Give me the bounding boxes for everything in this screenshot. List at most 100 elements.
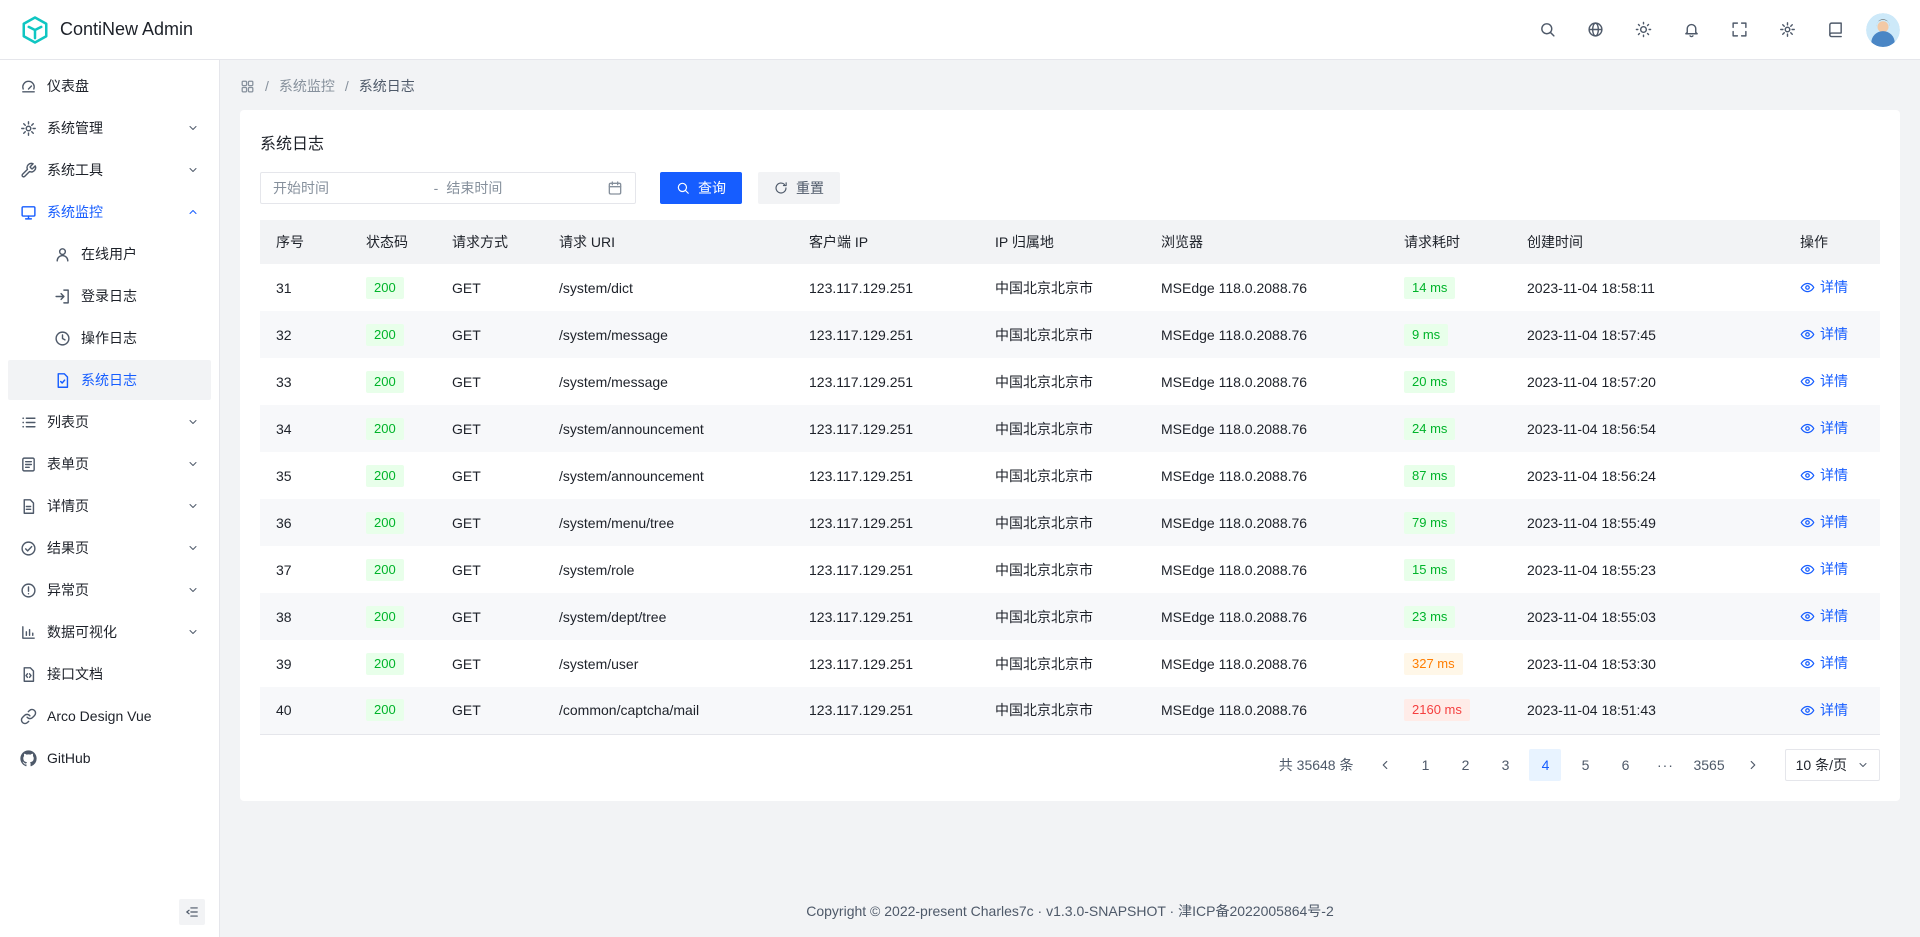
date-range-picker[interactable]: 开始时间 - 结束时间 (260, 172, 636, 204)
search-button[interactable] (1530, 13, 1564, 47)
cell-browser: MSEdge 118.0.2088.76 (1145, 687, 1388, 734)
column-header: IP 归属地 (979, 220, 1145, 264)
detail-link[interactable]: 详情 (1800, 418, 1848, 438)
sidebar-item-dashboard[interactable]: 仪表盘 (8, 66, 211, 106)
detail-link[interactable]: 详情 (1800, 465, 1848, 485)
check-circle-icon (20, 540, 37, 557)
cell-id: 40 (260, 687, 350, 734)
sidebar-collapse-button[interactable] (179, 899, 205, 925)
menu-item-label: 列表页 (47, 412, 89, 432)
table-header-row: 序号 状态码 请求方式 请求 URI 客户端 IP IP 归属地 浏览器 (260, 220, 1880, 264)
prev-page-button[interactable] (1369, 749, 1401, 781)
menu-item-label: 系统管理 (47, 118, 103, 138)
link-icon (20, 708, 37, 725)
docs-button[interactable] (1818, 13, 1852, 47)
app-logo[interactable]: ContiNew Admin (20, 15, 193, 45)
next-page-button[interactable] (1737, 749, 1769, 781)
sidebar-item-system-monitor[interactable]: 系统监控 (8, 192, 211, 232)
page-number-button[interactable]: 6 (1609, 749, 1641, 781)
detail-link-label: 详情 (1820, 653, 1848, 673)
sidebar-item-login-log[interactable]: 登录日志 (8, 276, 211, 316)
cell-uri: /system/message (543, 358, 793, 405)
cell-actions: 详情 (1784, 640, 1880, 687)
table-row: 35 200 GET /system/announcement 123.117.… (260, 452, 1880, 499)
menu-item-label: 异常页 (47, 580, 89, 600)
cell-client-ip: 123.117.129.251 (793, 499, 979, 546)
notification-button[interactable] (1674, 13, 1708, 47)
sidebar-item-online-users[interactable]: 在线用户 (8, 234, 211, 274)
sidebar-item-exception-page[interactable]: 异常页 (8, 570, 211, 610)
table-row: 37 200 GET /system/role 123.117.129.251 … (260, 546, 1880, 593)
page-number-button[interactable]: 2 (1449, 749, 1481, 781)
detail-link[interactable]: 详情 (1800, 324, 1848, 344)
detail-link[interactable]: 详情 (1800, 371, 1848, 391)
sidebar-item-operation-log[interactable]: 操作日志 (8, 318, 211, 358)
theme-toggle-button[interactable] (1626, 13, 1660, 47)
eye-icon (1800, 656, 1815, 671)
sidebar-item-detail-page[interactable]: 详情页 (8, 486, 211, 526)
detail-link[interactable]: 详情 (1800, 277, 1848, 297)
sidebar-item-api-docs[interactable]: 接口文档 (8, 654, 211, 694)
chevron-icon (187, 626, 199, 638)
search-submit-button[interactable]: 查询 (660, 172, 742, 204)
fullscreen-button[interactable] (1722, 13, 1756, 47)
elapsed-badge: 87 ms (1404, 465, 1455, 487)
cell-status: 200 (350, 311, 436, 358)
page-number-button[interactable]: 4 (1529, 749, 1561, 781)
page-number-button[interactable]: 3565 (1689, 749, 1728, 781)
sidebar-item-form-page[interactable]: 表单页 (8, 444, 211, 484)
info-circle-icon (20, 582, 37, 599)
sidebar-item-system-management[interactable]: 系统管理 (8, 108, 211, 148)
menu-item-label: Arco Design Vue (47, 708, 152, 724)
cell-ip-location: 中国北京北京市 (979, 358, 1145, 405)
form-icon (20, 456, 37, 473)
cell-elapsed: 9 ms (1388, 311, 1511, 358)
page-number-button[interactable]: 1 (1409, 749, 1441, 781)
sidebar: 仪表盘 系统管理 系统工具 系统监控 (0, 60, 220, 937)
detail-link[interactable]: 详情 (1800, 559, 1848, 579)
cell-uri: /system/dept/tree (543, 593, 793, 640)
elapsed-badge: 24 ms (1404, 418, 1455, 440)
detail-link[interactable]: 详情 (1800, 606, 1848, 626)
page-footer: Copyright © 2022-present Charles7c · v1.… (240, 877, 1900, 937)
cell-elapsed: 327 ms (1388, 640, 1511, 687)
breadcrumb-item-system-monitor[interactable]: 系统监控 (279, 76, 335, 96)
page-number-button[interactable]: 5 (1569, 749, 1601, 781)
menu-item-label: 数据可视化 (47, 622, 117, 642)
table-row: 38 200 GET /system/dept/tree 123.117.129… (260, 593, 1880, 640)
detail-link[interactable]: 详情 (1800, 653, 1848, 673)
detail-link[interactable]: 详情 (1800, 512, 1848, 532)
cell-id: 38 (260, 593, 350, 640)
cell-status: 200 (350, 546, 436, 593)
table-row: 34 200 GET /system/announcement 123.117.… (260, 405, 1880, 452)
sidebar-item-list-page[interactable]: 列表页 (8, 402, 211, 442)
sidebar-item-system-tools[interactable]: 系统工具 (8, 150, 211, 190)
cell-elapsed: 14 ms (1388, 264, 1511, 311)
chevron-icon (187, 500, 199, 512)
sidebar-item-arco-design-vue[interactable]: Arco Design Vue (8, 696, 211, 736)
sidebar-item-system-log[interactable]: 系统日志 (8, 360, 211, 400)
cell-browser: MSEdge 118.0.2088.76 (1145, 452, 1388, 499)
translate-button[interactable] (1578, 13, 1612, 47)
detail-link[interactable]: 详情 (1800, 700, 1848, 720)
column-header: 状态码 (350, 220, 436, 264)
reset-button[interactable]: 重置 (758, 172, 840, 204)
elapsed-badge: 20 ms (1404, 371, 1455, 393)
docs-icon (1827, 21, 1844, 38)
chevron-right-icon (1746, 758, 1760, 772)
user-avatar[interactable] (1866, 13, 1900, 47)
column-header: 浏览器 (1145, 220, 1388, 264)
cell-ip-location: 中国北京北京市 (979, 311, 1145, 358)
sidebar-item-data-visualization[interactable]: 数据可视化 (8, 612, 211, 652)
cell-created-time: 2023-11-04 18:55:03 (1511, 593, 1784, 640)
page-number-button[interactable]: ··· (1649, 749, 1681, 781)
settings-button[interactable] (1770, 13, 1804, 47)
cell-actions: 详情 (1784, 358, 1880, 405)
detail-link-label: 详情 (1820, 606, 1848, 626)
page-number-button[interactable]: 3 (1489, 749, 1521, 781)
search-icon (676, 181, 690, 195)
sidebar-item-github[interactable]: GitHub (8, 738, 211, 778)
sidebar-item-result-page[interactable]: 结果页 (8, 528, 211, 568)
page-size-select[interactable]: 10 条/页 (1785, 749, 1880, 781)
cell-client-ip: 123.117.129.251 (793, 311, 979, 358)
